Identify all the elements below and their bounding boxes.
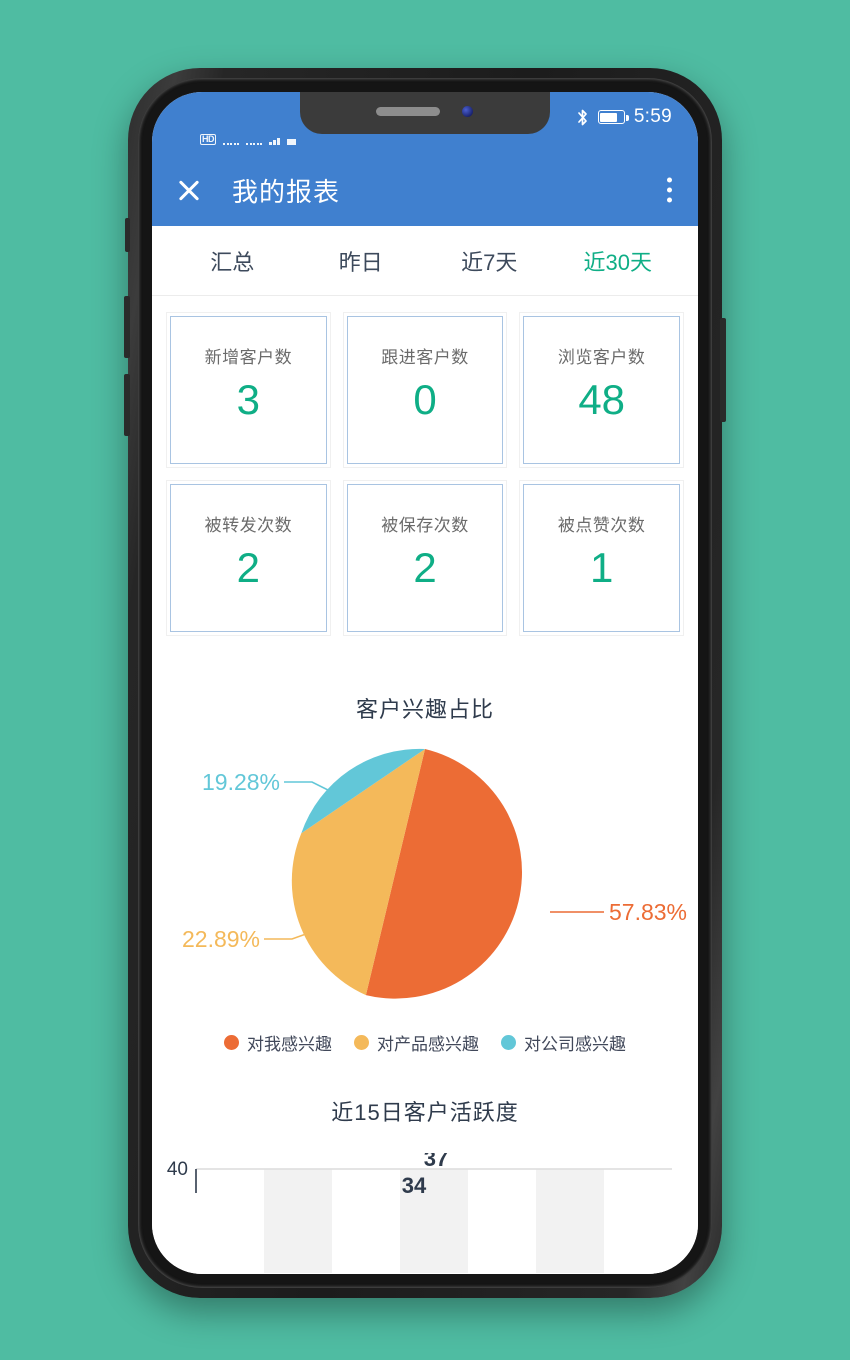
stat-card-value: 2 xyxy=(236,544,261,591)
tab-yesterday[interactable]: 昨日 xyxy=(297,245,426,277)
notch xyxy=(300,92,550,134)
stat-card-likes[interactable]: 被点赞次数 1 xyxy=(513,474,690,642)
stat-cards-row-2: 被转发次数 2 被保存次数 2 被点赞次数 1 xyxy=(160,474,690,642)
stat-card-saves[interactable]: 被保存次数 2 xyxy=(337,474,514,642)
stat-card-label: 跟进客户数 xyxy=(381,348,469,367)
close-icon[interactable] xyxy=(174,175,204,205)
legend-label: 对产品感兴趣 xyxy=(377,1035,479,1054)
battery-icon xyxy=(597,110,629,124)
bluetooth-icon xyxy=(577,109,587,125)
stat-card-forwards[interactable]: 被转发次数 2 xyxy=(160,474,337,642)
page-title: 我的报表 xyxy=(232,176,341,207)
pie-chart-title: 客户兴趣占比 xyxy=(355,697,494,722)
silent-switch-button[interactable] xyxy=(125,218,130,252)
app-bar: 我的报表 xyxy=(152,154,698,226)
content-scroll-area[interactable]: 汇总 昨日 近7天 近30天 新增客户数 3 跟进客户数 0 浏览客户数 48 … xyxy=(152,226,698,1274)
pie-chart-legend: 对我感兴趣 对产品感兴趣 对公司感兴趣 xyxy=(152,1030,698,1055)
status-clock: 5:59 xyxy=(633,106,672,127)
section-divider xyxy=(152,654,698,688)
stat-card-label: 被点赞次数 xyxy=(557,516,646,535)
stat-card-label: 浏览客户数 xyxy=(557,348,646,367)
pie-value-label-yellow: 22.89% xyxy=(182,926,260,952)
pie-chart-svg: 57.83% 22.89% 19.28% xyxy=(182,748,687,999)
stat-card-viewed-customers[interactable]: 浏览客户数 48 xyxy=(513,306,690,474)
legend-item-interested-in-me[interactable]: 对我感兴趣 xyxy=(224,1030,332,1055)
stat-card-label: 被转发次数 xyxy=(204,516,293,535)
phone-screen: HD 5:59 我的报表 汇总 昨日 近7天 近30天 新增客户数 3 跟进客户… xyxy=(152,92,698,1274)
volume-down-button[interactable] xyxy=(124,374,130,436)
line-chart-point-label-37: 37 xyxy=(424,1153,448,1171)
front-camera-icon xyxy=(462,106,473,117)
pie-value-label-orange: 57.83% xyxy=(609,899,687,925)
legend-label: 对公司感兴趣 xyxy=(524,1035,626,1054)
stat-cards-row-1: 新增客户数 3 跟进客户数 0 浏览客户数 48 xyxy=(160,306,690,474)
stat-card-value: 3 xyxy=(236,376,261,423)
signal-dots-icon xyxy=(223,138,239,145)
stat-card-value: 48 xyxy=(578,376,626,423)
phone-frame: HD 5:59 我的报表 汇总 昨日 近7天 近30天 新增客户数 3 跟进客户… xyxy=(124,68,726,1298)
signal-dots-icon-2 xyxy=(246,138,262,145)
legend-dot-orange xyxy=(224,1035,239,1050)
stat-cards-section: 新增客户数 3 跟进客户数 0 浏览客户数 48 被转发次数 2 被保存次数 2… xyxy=(152,296,698,654)
legend-item-interested-in-company[interactable]: 对公司感兴趣 xyxy=(501,1030,626,1055)
volume-up-button[interactable] xyxy=(124,296,130,358)
line-chart-svg: 40 37 34 xyxy=(167,1153,672,1273)
power-button[interactable] xyxy=(720,318,726,422)
stat-card-value: 1 xyxy=(590,544,614,591)
status-bar-left: HD xyxy=(200,134,296,145)
tab-bar: 汇总 昨日 近7天 近30天 xyxy=(152,226,698,296)
signal-bars-icon xyxy=(269,137,280,145)
battery-fill xyxy=(600,112,618,122)
line-chart-y-tick-40: 40 xyxy=(167,1159,188,1180)
stat-card-value: 2 xyxy=(413,544,437,591)
legend-label: 对我感兴趣 xyxy=(247,1035,332,1054)
status-bar-right: 5:59 xyxy=(576,106,672,128)
pie-value-label-teal: 19.28% xyxy=(202,769,280,795)
wifi-icon xyxy=(286,137,296,145)
status-bar: HD 5:59 xyxy=(152,92,698,154)
legend-item-interested-in-product[interactable]: 对产品感兴趣 xyxy=(354,1030,479,1055)
line-chart-point-label-34: 34 xyxy=(402,1173,427,1198)
stat-card-label: 新增客户数 xyxy=(204,348,293,367)
stat-card-label: 被保存次数 xyxy=(381,516,469,535)
stat-card-followed-customers[interactable]: 跟进客户数 0 xyxy=(337,306,514,474)
hd-volte-icon: HD xyxy=(200,134,216,145)
overflow-menu-icon[interactable] xyxy=(667,177,672,203)
legend-dot-teal xyxy=(501,1035,516,1050)
tab-last-30-days[interactable]: 近30天 xyxy=(554,245,683,277)
line-chart[interactable]: 40 37 34 xyxy=(152,1153,698,1273)
pie-chart[interactable]: 57.83% 22.89% 19.28% xyxy=(152,724,698,1024)
speaker-grill-icon xyxy=(376,107,440,116)
tab-summary[interactable]: 汇总 xyxy=(168,245,297,277)
tab-last-7-days[interactable]: 近7天 xyxy=(425,245,554,277)
legend-dot-yellow xyxy=(354,1035,369,1050)
line-chart-title: 近15日客户活跃度 xyxy=(331,1100,519,1125)
stat-card-value: 0 xyxy=(413,376,437,423)
stat-card-new-customers[interactable]: 新增客户数 3 xyxy=(160,306,337,474)
